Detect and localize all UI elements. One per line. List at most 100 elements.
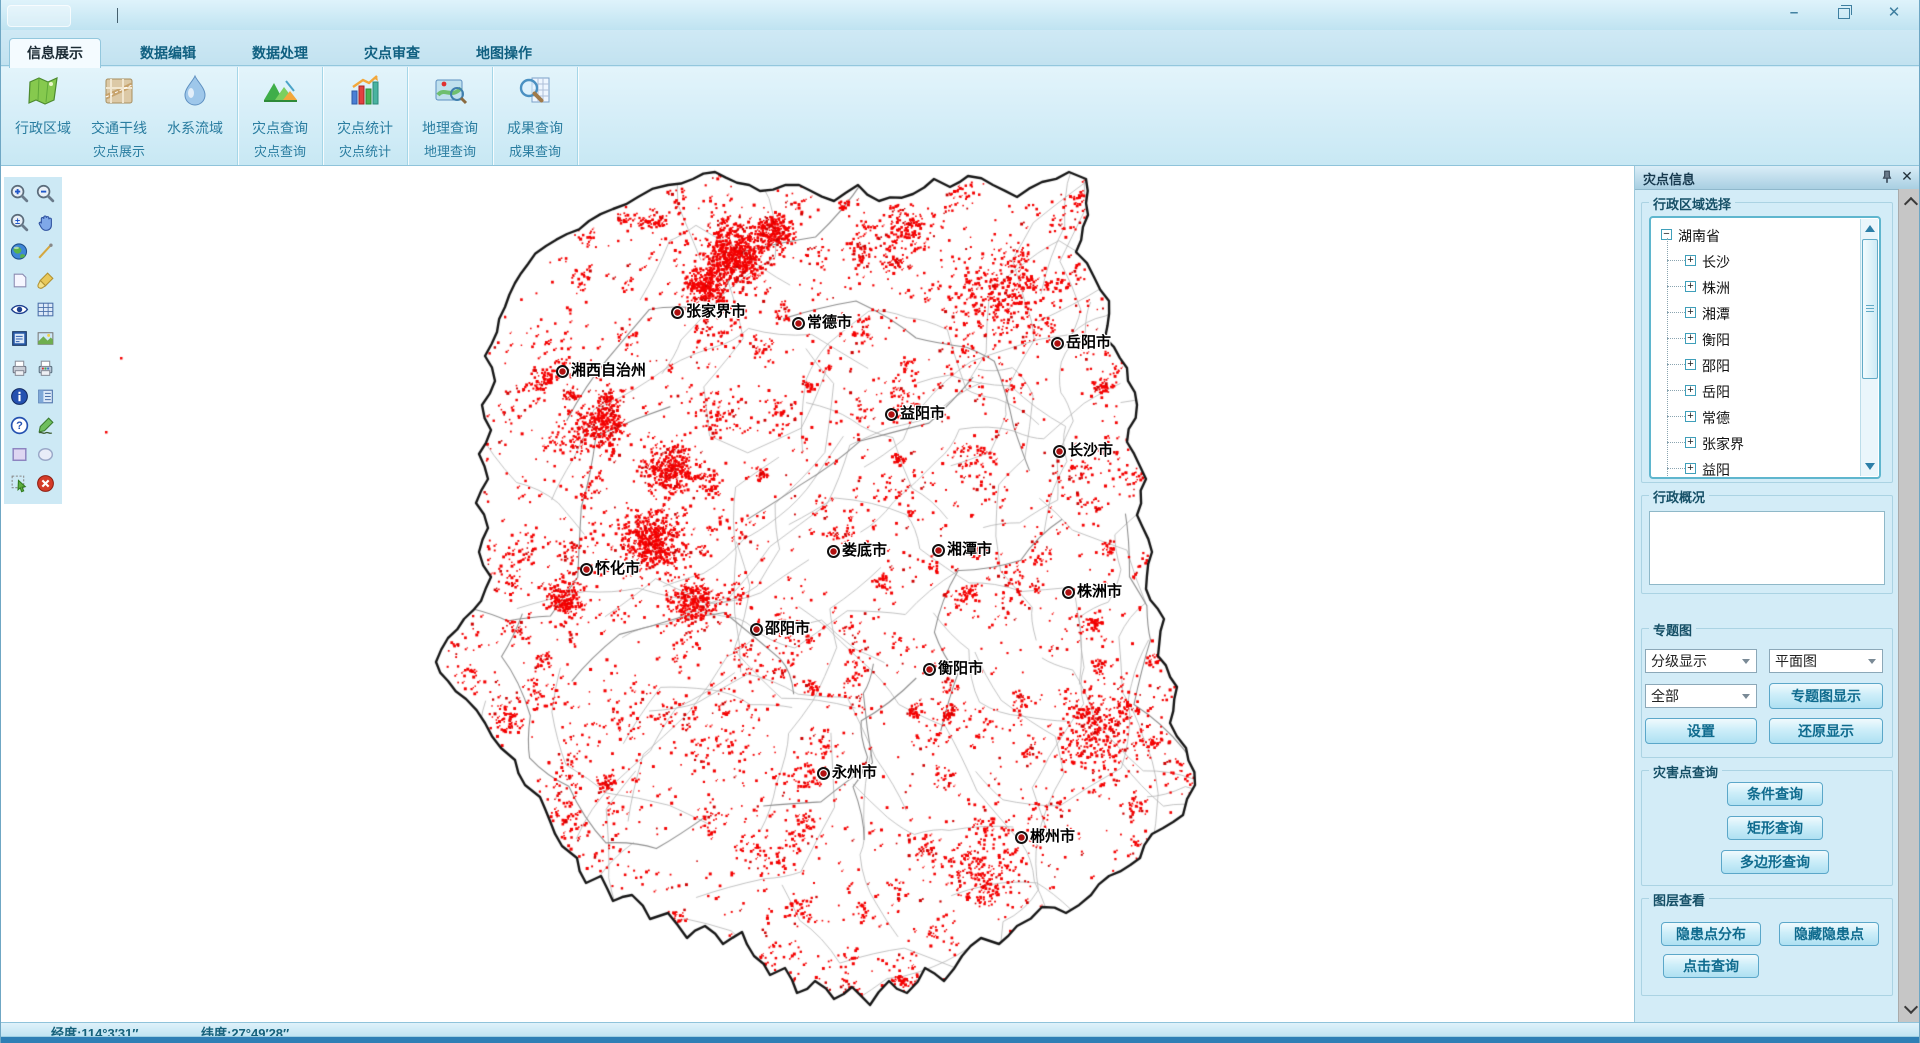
ribbon-button[interactable]: 地理查询 [412,69,488,139]
pan-icon[interactable] [33,210,57,234]
rect-select-icon[interactable] [7,442,31,466]
tab-4[interactable]: 灾点审查 [347,39,437,67]
city-name: 益阳市 [900,405,945,422]
geo-query-icon [432,69,468,114]
tree-node-city[interactable]: 岳阳 [1702,382,1730,400]
ribbon-group-caption: 灾点展示 [1,139,237,165]
hazard-distribution-button[interactable]: 隐患点分布 [1661,922,1761,946]
city-label: 衡阳市 [923,659,983,678]
ribbon-button[interactable]: 交通干线 [81,69,157,139]
pin-icon[interactable] [1880,170,1894,184]
full-extent-icon[interactable] [7,239,31,263]
tree-expander-icon[interactable]: + [1685,437,1696,448]
all-dropdown[interactable]: 全部 [1645,684,1757,708]
ribbon: 行政区域交通干线水系流域灾点展示灾点查询灾点查询灾点统计灾点统计地理查询地理查询… [1,67,1919,166]
ellipse-select-icon[interactable] [33,442,57,466]
plane-map-dropdown[interactable]: 平面图 [1769,649,1883,673]
tree-expander-icon[interactable]: + [1685,359,1696,370]
ribbon-button[interactable]: 行政区域 [5,69,81,139]
scroll-down-icon[interactable] [1865,463,1875,470]
tree-expander-icon[interactable]: + [1685,307,1696,318]
tree-node-city[interactable]: 长沙 [1702,252,1730,270]
tree-scrollbar[interactable] [1860,219,1878,476]
help-icon[interactable]: ? [7,413,31,437]
tree-scrollbar-thumb[interactable] [1862,239,1878,379]
tree-node-root[interactable]: 湖南省 [1678,226,1720,244]
restore-display-button[interactable]: 还原显示 [1769,718,1883,744]
tree-expander-icon[interactable]: + [1685,281,1696,292]
tree-node-city[interactable]: 邵阳 [1702,356,1730,374]
ribbon-button[interactable]: 灾点统计 [327,69,403,139]
zoom-in-icon[interactable] [7,181,31,205]
delete-icon[interactable] [33,471,57,495]
ribbon-button-label: 行政区域 [15,118,71,138]
panel-view-icon[interactable] [33,384,57,408]
close-button[interactable]: ✕ [1883,2,1905,24]
region-overview-textbox[interactable] [1649,511,1885,585]
city-name: 郴州市 [1030,828,1075,845]
scroll-down-icon[interactable] [1904,1000,1918,1014]
city-marker-icon [885,408,898,421]
tree-node-city[interactable]: 常德 [1702,408,1730,426]
eye-icon[interactable] [7,297,31,321]
tab-3[interactable]: 数据处理 [235,39,325,67]
city-label: 株洲市 [1062,582,1122,601]
panel-scrollbar[interactable] [1898,189,1920,1022]
minimize-button[interactable]: – [1783,2,1805,24]
chevron-down-icon [1868,659,1876,664]
svg-text:?: ? [16,420,23,432]
disaster-stats-icon [347,69,383,114]
settings-button[interactable]: 设置 [1645,718,1757,744]
tree-expander-icon[interactable]: + [1685,463,1696,474]
tab-2[interactable]: 数据编辑 [123,39,213,67]
thematic-show-button[interactable]: 专题图显示 [1769,683,1883,709]
admin-region-icon [25,69,61,114]
zoom-out-icon[interactable] [33,181,57,205]
tree-node-city[interactable]: 张家界 [1702,434,1744,452]
print-icon[interactable] [7,355,31,379]
sketch-icon[interactable] [33,413,57,437]
tab-1[interactable]: 信息展示 [9,38,101,68]
click-query-button[interactable]: 点击查询 [1663,954,1759,978]
panel-close-icon[interactable]: ✕ [1899,168,1915,184]
image-view-icon[interactable] [33,326,57,350]
tree-expander-icon[interactable]: + [1685,333,1696,344]
tree-expander-icon[interactable]: + [1685,385,1696,396]
attribute-table-icon[interactable] [33,297,57,321]
tree-node-city[interactable]: 株洲 [1702,278,1730,296]
legend-window-icon[interactable] [7,326,31,350]
scroll-up-icon[interactable] [1865,225,1875,232]
measure-line-icon[interactable] [33,239,57,263]
ribbon-button[interactable]: 成果查询 [497,69,573,139]
condition-query-button[interactable]: 条件查询 [1727,782,1823,806]
zoom-range-icon[interactable]: ± [7,210,31,234]
shape-page-icon[interactable] [7,268,31,292]
city-label: 益阳市 [885,404,945,423]
select-feature-icon[interactable] [7,471,31,495]
map-canvas[interactable] [1,166,1634,1022]
print-color-icon[interactable] [33,355,57,379]
tree-node-city[interactable]: 湘潭 [1702,304,1730,322]
tree-expander-icon[interactable]: + [1685,411,1696,422]
disaster-query-label: 灾害点查询 [1649,762,1722,781]
hide-hazard-button[interactable]: 隐藏隐患点 [1779,922,1879,946]
restore-button[interactable] [1833,2,1855,24]
ribbon-button[interactable]: 灾点查询 [242,69,318,139]
tree-node-city[interactable]: 益阳 [1702,460,1730,478]
city-label: 常德市 [792,313,852,332]
brush-icon[interactable] [33,268,57,292]
rectangle-query-button[interactable]: 矩形查询 [1727,816,1823,840]
city-label: 郴州市 [1015,827,1075,846]
quick-access-toolbar[interactable] [7,5,71,27]
grade-display-dropdown[interactable]: 分级显示 [1645,649,1757,673]
map-view[interactable]: 张家界市常德市岳阳市湘西自治州益阳市长沙市娄底市湘潭市怀化市株洲市邵阳市衡阳市永… [1,166,1634,1022]
tree-expander-icon[interactable]: + [1685,255,1696,266]
tree-node-city[interactable]: 衡阳 [1702,330,1730,348]
info-icon[interactable] [7,384,31,408]
scroll-up-icon[interactable] [1904,197,1918,211]
restore-icon [1838,8,1850,19]
tab-5[interactable]: 地图操作 [459,39,549,67]
results-query-icon [517,69,553,114]
polygon-query-button[interactable]: 多边形查询 [1721,850,1829,874]
ribbon-button[interactable]: 水系流域 [157,69,233,139]
